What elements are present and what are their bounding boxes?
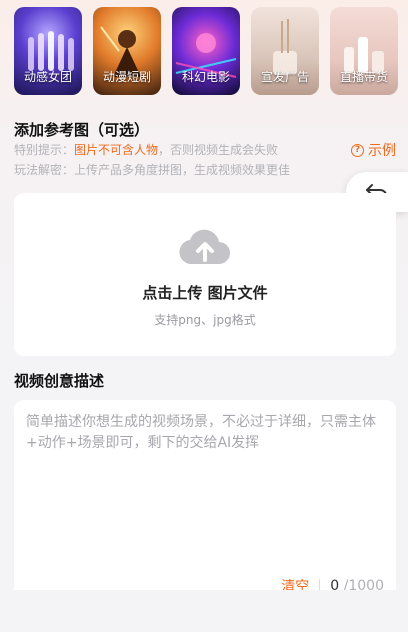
template-card-anime-drama[interactable]: 动漫短剧 (93, 7, 161, 95)
template-carousel: 动感女团 动漫短剧 科幻电影 宣发广告 直播带货 (14, 7, 408, 95)
template-label: 动感女团 (23, 70, 72, 84)
hint-prefix: 特别提示： (14, 143, 75, 157)
image-upload-area[interactable]: 点击上传 图片文件 支持png、jpg格式 (14, 193, 396, 356)
template-label: 宣发广告 (260, 70, 309, 84)
upload-title: 点击上传 图片文件 (142, 284, 268, 302)
upload-format-hint: 支持png、jpg格式 (154, 313, 256, 327)
template-card-dance-girl-group[interactable]: 动感女团 (14, 7, 82, 95)
template-label: 动漫短剧 (102, 70, 151, 84)
cloud-upload-icon (179, 229, 230, 265)
description-section-title: 视频创意描述 (14, 372, 105, 390)
template-label: 直播带货 (339, 70, 388, 84)
template-card-live-selling[interactable]: 直播带货 (330, 7, 398, 95)
example-link[interactable]: ? 示例 (351, 140, 396, 160)
reference-section-title: 添加参考图（可选） (14, 121, 150, 139)
description-input[interactable] (14, 400, 396, 570)
template-label: 科幻电影 (181, 70, 230, 84)
hint-warning: 图片不可含人物 (74, 143, 159, 157)
example-label: 示例 (368, 143, 396, 159)
hint-suffix: ，否则视频生成会失败 (158, 143, 279, 157)
template-card-promo-ad[interactable]: 宣发广告 (251, 7, 319, 95)
description-card (14, 400, 396, 590)
bottom-bar (0, 590, 408, 632)
reference-hint-person: 特别提示：图片不可含人物，否则视频生成会失败 (14, 141, 278, 158)
template-card-scifi-movie[interactable]: 科幻电影 (172, 7, 240, 95)
question-icon: ? (351, 143, 364, 157)
reference-hint-tip: 玩法解密：上传产品多角度拼图，生成视频效果更佳 (14, 163, 291, 177)
